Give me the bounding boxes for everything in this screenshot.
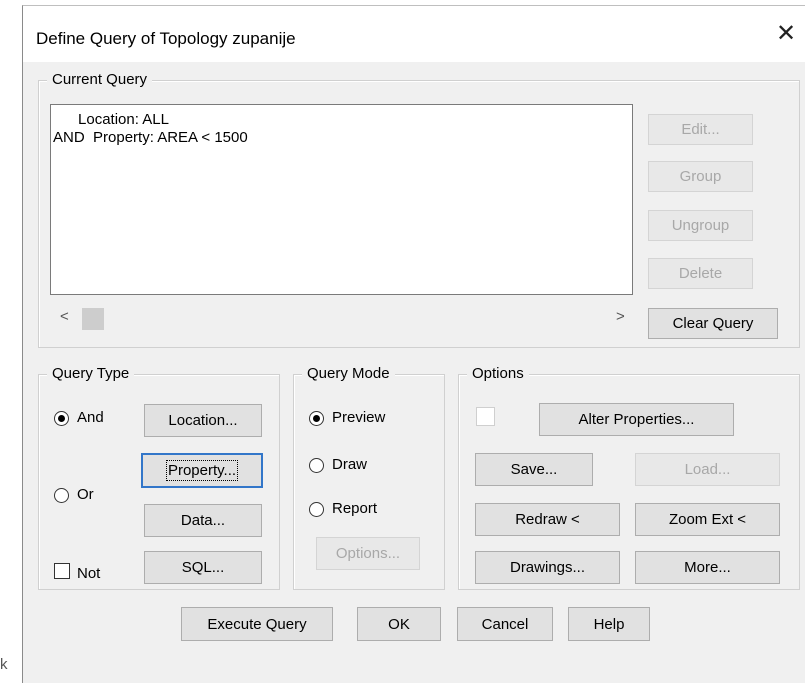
query-horizontal-scrollbar[interactable]: < > bbox=[50, 306, 633, 332]
and-label: And bbox=[77, 409, 104, 426]
drawings-button[interactable]: Drawings... bbox=[475, 551, 620, 584]
define-query-dialog: Define Query of Topology zupanije ✕ Curr… bbox=[22, 5, 805, 683]
ungroup-button[interactable]: Ungroup bbox=[648, 210, 753, 241]
data-button[interactable]: Data... bbox=[144, 504, 262, 537]
edit-button[interactable]: Edit... bbox=[648, 114, 753, 145]
delete-button[interactable]: Delete bbox=[648, 258, 753, 289]
sql-button[interactable]: SQL... bbox=[144, 551, 262, 584]
query-line-property: AND Property: AREA < 1500 bbox=[53, 129, 248, 146]
options-label: Options bbox=[467, 364, 529, 384]
preview-radio[interactable] bbox=[309, 411, 324, 426]
not-label: Not bbox=[77, 565, 101, 582]
close-icon[interactable]: ✕ bbox=[771, 19, 801, 49]
mode-options-button[interactable]: Options... bbox=[316, 537, 420, 570]
alter-properties-button[interactable]: Alter Properties... bbox=[539, 403, 734, 436]
execute-query-button[interactable]: Execute Query bbox=[181, 607, 333, 641]
zoom-ext-button[interactable]: Zoom Ext < bbox=[635, 503, 780, 536]
preview-label: Preview bbox=[332, 409, 386, 426]
clear-query-button[interactable]: Clear Query bbox=[648, 308, 778, 339]
or-label: Or bbox=[77, 486, 94, 503]
scroll-thumb[interactable] bbox=[82, 308, 104, 330]
draw-label: Draw bbox=[332, 456, 368, 473]
query-listbox[interactable]: Location: ALL AND Property: AREA < 1500 bbox=[50, 104, 633, 295]
draw-radio[interactable] bbox=[309, 458, 324, 473]
save-button[interactable]: Save... bbox=[475, 453, 593, 486]
title-bar: Define Query of Topology zupanije ✕ bbox=[23, 6, 805, 62]
dialog-title: Define Query of Topology zupanije bbox=[36, 29, 296, 48]
cancel-button[interactable]: Cancel bbox=[457, 607, 553, 641]
redraw-button[interactable]: Redraw < bbox=[475, 503, 620, 536]
more-button[interactable]: More... bbox=[635, 551, 780, 584]
options-checkbox[interactable] bbox=[476, 407, 495, 426]
current-query-label: Current Query bbox=[47, 70, 153, 90]
query-line-location: Location: ALL bbox=[53, 111, 169, 128]
not-checkbox[interactable] bbox=[54, 563, 70, 579]
help-button[interactable]: Help bbox=[568, 607, 650, 641]
report-label: Report bbox=[332, 500, 378, 517]
load-button[interactable]: Load... bbox=[635, 453, 780, 486]
scroll-right-icon[interactable]: > bbox=[616, 308, 625, 325]
location-button[interactable]: Location... bbox=[144, 404, 262, 437]
query-mode-label: Query Mode bbox=[302, 364, 395, 384]
ok-button[interactable]: OK bbox=[357, 607, 441, 641]
or-radio[interactable] bbox=[54, 488, 69, 503]
property-button[interactable]: Property... bbox=[141, 453, 263, 488]
stray-text: k bbox=[0, 656, 8, 673]
report-radio[interactable] bbox=[309, 502, 324, 517]
and-radio[interactable] bbox=[54, 411, 69, 426]
query-type-label: Query Type bbox=[47, 364, 135, 384]
group-button[interactable]: Group bbox=[648, 161, 753, 192]
scroll-left-icon[interactable]: < bbox=[60, 308, 69, 325]
